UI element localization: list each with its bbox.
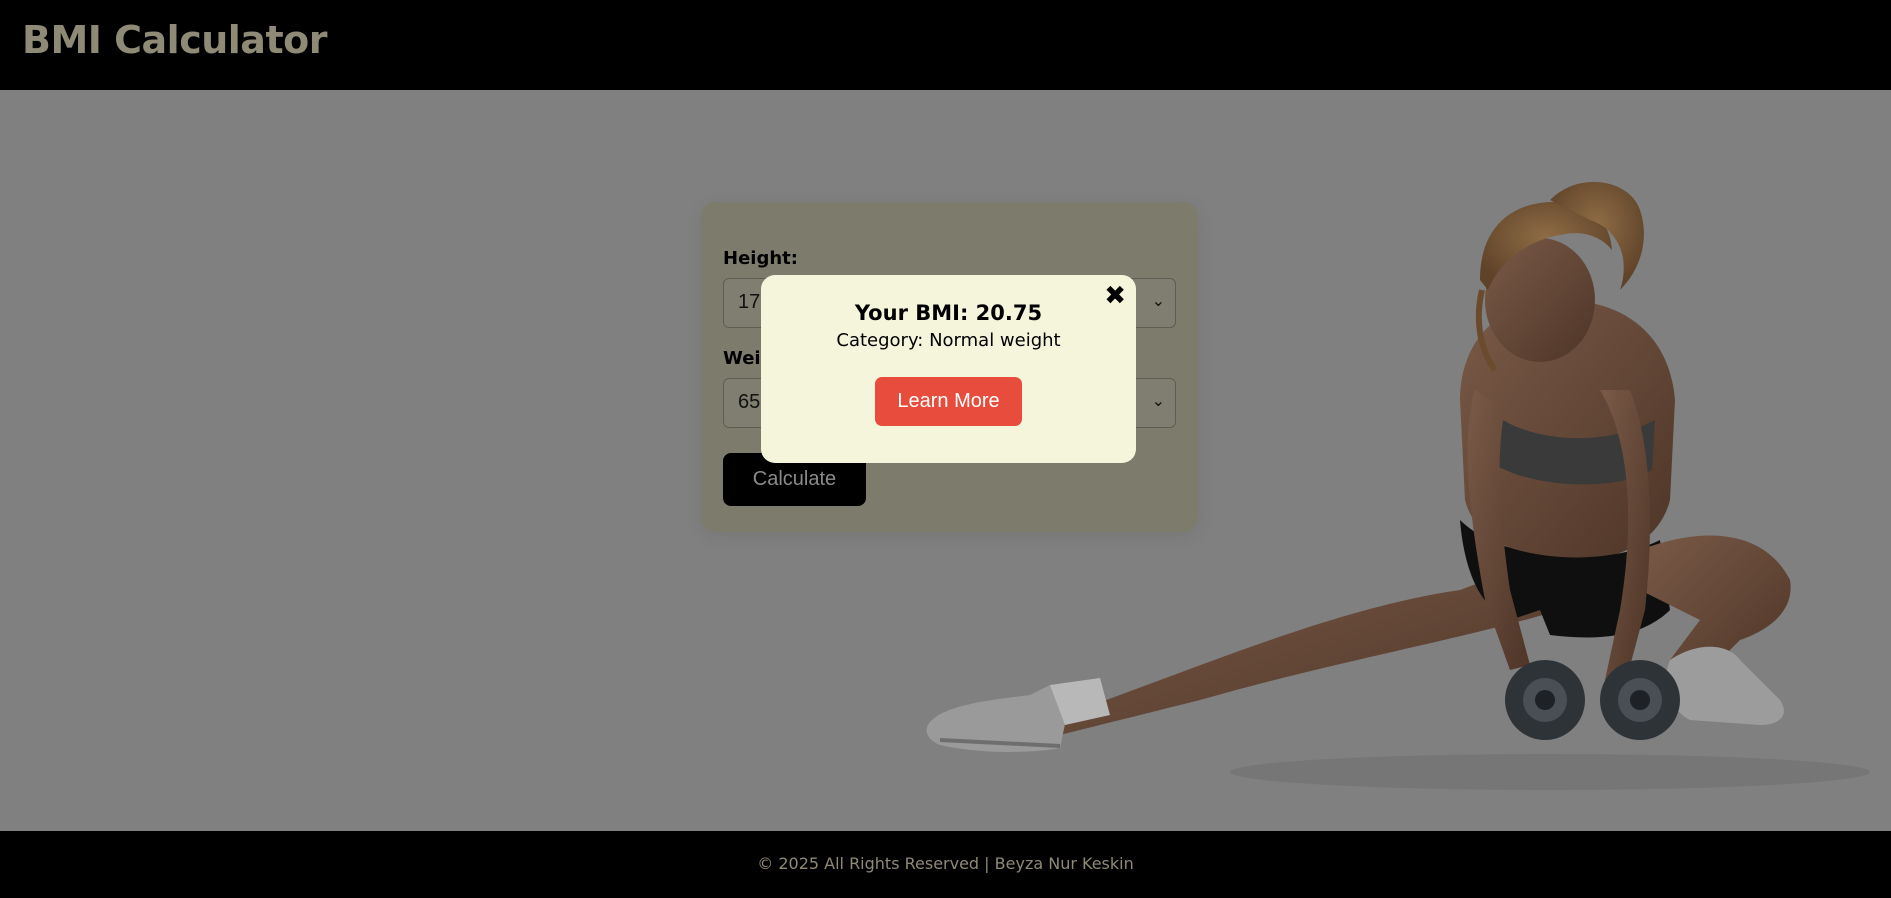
app-title: BMI Calculator — [22, 18, 327, 62]
height-label: Height: — [723, 248, 798, 269]
height-value: 17 — [738, 291, 761, 313]
bmi-category: Category: Normal weight — [836, 330, 1061, 351]
chevron-down-icon: ⌄ — [1151, 391, 1165, 410]
learn-more-button[interactable]: Learn More — [875, 377, 1022, 426]
bmi-result-modal: ✖ Your BMI: 20.75 Category: Normal weigh… — [761, 275, 1136, 463]
weight-value: 65 — [738, 391, 761, 413]
footer-copyright: © 2025 All Rights Reserved | Beyza Nur K… — [757, 854, 1134, 873]
header: BMI Calculator — [0, 0, 1891, 90]
bmi-result: Your BMI: 20.75 — [854, 301, 1043, 325]
chevron-down-icon: ⌄ — [1151, 291, 1165, 310]
footer: © 2025 All Rights Reserved | Beyza Nur K… — [0, 831, 1891, 898]
